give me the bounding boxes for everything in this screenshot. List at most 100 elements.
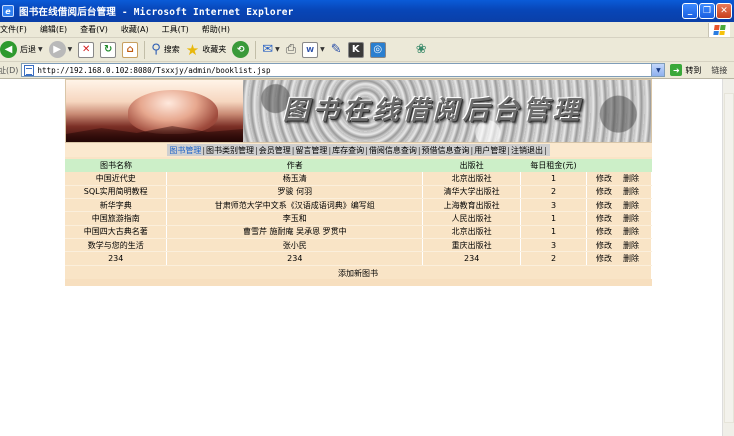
extension-button[interactable]: ❀ — [413, 39, 430, 61]
cell-rent: 1 — [520, 172, 587, 186]
cell-publisher: 234 — [422, 251, 522, 266]
search-label: 搜索 — [163, 45, 180, 54]
edit-dropdown-icon[interactable]: ▼ — [320, 46, 325, 53]
table-row: 数学与您的生活 张小民 重庆出版社 3 修改 删除 — [65, 238, 652, 253]
edit-link[interactable]: 修改 — [596, 226, 612, 237]
menu-help[interactable]: 帮助(H) — [202, 24, 230, 35]
delete-link[interactable]: 删除 — [623, 200, 639, 211]
banner: 图书在线借阅后台管理 — [65, 79, 652, 143]
research-button[interactable]: ◎ — [367, 39, 389, 61]
mail-dropdown-icon[interactable]: ▼ — [275, 46, 280, 53]
table-row: 234 234 234 2 修改 删除 — [65, 251, 652, 266]
edit-link[interactable]: 修改 — [596, 213, 612, 224]
address-dropdown-icon[interactable]: ▼ — [651, 64, 665, 76]
nav-message-management[interactable]: 留言管理 — [295, 145, 327, 156]
admin-panel: 图书在线借阅后台管理 图书管理 | 图书类别管理 | 会员管理 | 留言管理 | 库存查… — [65, 79, 652, 286]
address-input[interactable]: http://192.168.0.102:8080/Tsxxjy/admin/b… — [21, 63, 666, 77]
nav-reserve-query[interactable]: 预借信息查询 — [422, 145, 470, 156]
cell-book-name: 中国旅游指南 — [65, 211, 168, 226]
discuss-button[interactable]: ✎ — [328, 39, 345, 61]
title-bar[interactable]: e 图书在线借阅后台管理 - Microsoft Internet Explor… — [0, 0, 734, 22]
table-row: 新华字典 甘肃师范大学中文系《汉语成语词典》编写组 上海教育出版社 3 修改 删除 — [65, 198, 652, 213]
edit-link[interactable]: 修改 — [596, 200, 612, 211]
refresh-button[interactable]: ↻ — [97, 39, 119, 61]
cell-book-name: SQL实用简明教程 — [65, 185, 168, 200]
cell-rent: 2 — [520, 251, 587, 266]
edit-link[interactable]: 修改 — [596, 173, 612, 184]
vertical-scrollbar[interactable] — [722, 79, 734, 436]
header-book-name: 图书名称 — [65, 159, 167, 172]
cell-publisher: 北京出版社 — [422, 225, 522, 239]
nav-category-management[interactable]: 图书类别管理 — [206, 145, 254, 156]
table-header-row: 图书名称 作者 出版社 每日租金(元) — [65, 159, 652, 172]
messenger-button[interactable]: K — [345, 39, 367, 61]
menu-file[interactable]: 文件(F) — [0, 24, 27, 35]
menu-edit[interactable]: 编辑(E) — [40, 24, 67, 35]
maximize-icon: ❐ — [702, 6, 712, 16]
minimize-button[interactable]: _ — [682, 3, 698, 19]
close-button[interactable]: ✕ — [716, 3, 732, 19]
back-button[interactable]: ◀ 后退 ▼ — [0, 39, 46, 61]
page-icon — [24, 64, 35, 76]
mail-button[interactable]: ✉ ▼ — [259, 39, 283, 61]
favorites-button[interactable]: ★ 收藏夹 — [183, 39, 229, 61]
back-dropdown-icon[interactable]: ▼ — [38, 46, 43, 53]
maximize-button[interactable]: ❐ — [699, 3, 715, 19]
favorites-label: 收藏夹 — [202, 45, 227, 54]
stop-icon: ✕ — [78, 41, 95, 58]
menu-favorites[interactable]: 收藏(A) — [121, 24, 149, 35]
address-label: 地址(D) — [0, 65, 19, 75]
nav-logout[interactable]: 注销退出 — [511, 145, 543, 156]
cell-book-name: 中国四大古典名著 — [65, 225, 168, 239]
edit-button[interactable]: W ▼ — [299, 39, 328, 61]
cell-author: 甘肃师范大学中文系《汉语成语词典》编写组 — [166, 198, 424, 213]
nav-member-management[interactable]: 会员管理 — [259, 145, 291, 156]
address-bar: 地址(D) http://192.168.0.102:8080/Tsxxjy/a… — [0, 62, 734, 79]
delete-link[interactable]: 删除 — [623, 213, 639, 224]
delete-link[interactable]: 删除 — [623, 186, 639, 197]
cell-book-name: 数学与您的生活 — [65, 238, 168, 253]
nav-user-management[interactable]: 用户管理 — [474, 145, 506, 156]
cell-rent: 2 — [520, 185, 587, 200]
print-button[interactable]: ⎙ — [283, 39, 299, 61]
nav-borrow-query[interactable]: 借阅信息查询 — [369, 145, 417, 156]
add-book-link[interactable]: 添加新图书 — [338, 269, 378, 278]
home-button[interactable]: ⌂ — [119, 39, 141, 61]
cell-author: 234 — [166, 251, 424, 266]
cell-publisher: 人民出版社 — [422, 211, 522, 226]
links-label[interactable]: 链接 — [711, 65, 727, 76]
scrollbar-thumb[interactable] — [724, 93, 734, 423]
delete-link[interactable]: 删除 — [623, 253, 639, 264]
go-button[interactable]: ➜ 转到 — [670, 64, 701, 76]
cell-book-name: 234 — [65, 251, 168, 266]
stop-button[interactable]: ✕ — [75, 39, 97, 61]
edit-link[interactable]: 修改 — [596, 240, 612, 251]
cell-rent: 3 — [520, 198, 587, 213]
menu-tools[interactable]: 工具(T) — [162, 24, 189, 35]
header-author: 作者 — [166, 159, 423, 172]
nav-book-management[interactable]: 图书管理 — [169, 145, 201, 156]
nav-stock-query[interactable]: 库存查询 — [332, 145, 364, 156]
edit-link[interactable]: 修改 — [596, 186, 612, 197]
history-button[interactable]: ⟲ — [229, 39, 252, 61]
back-label: 后退 — [20, 45, 36, 54]
forward-button[interactable]: ▶ ▼ — [46, 39, 76, 61]
cell-book-name: 新华字典 — [65, 198, 168, 213]
search-button[interactable]: ⚲ 搜索 — [148, 39, 183, 61]
menu-view[interactable]: 查看(V) — [80, 24, 108, 35]
cell-publisher: 上海教育出版社 — [422, 198, 522, 213]
cell-author: 张小民 — [166, 238, 424, 253]
address-url[interactable]: http://192.168.0.102:8080/Tsxxjy/admin/b… — [37, 66, 270, 75]
cell-operations: 修改 删除 — [586, 251, 652, 266]
table-row: SQL实用简明教程 罗骏 何羽 清华大学出版社 2 修改 删除 — [65, 185, 652, 200]
header-operations — [586, 159, 652, 172]
header-daily-rent: 每日租金(元) — [520, 159, 587, 172]
edit-link[interactable]: 修改 — [596, 253, 612, 264]
delete-link[interactable]: 删除 — [623, 240, 639, 251]
delete-link[interactable]: 删除 — [623, 226, 639, 237]
k-icon: K — [347, 41, 364, 58]
delete-link[interactable]: 删除 — [623, 173, 639, 184]
nav-bar: 图书管理 | 图书类别管理 | 会员管理 | 留言管理 | 库存查询 | 借阅信息查询 | … — [65, 143, 652, 157]
toolbar-separator — [144, 40, 146, 59]
forward-dropdown-icon[interactable]: ▼ — [68, 46, 73, 53]
